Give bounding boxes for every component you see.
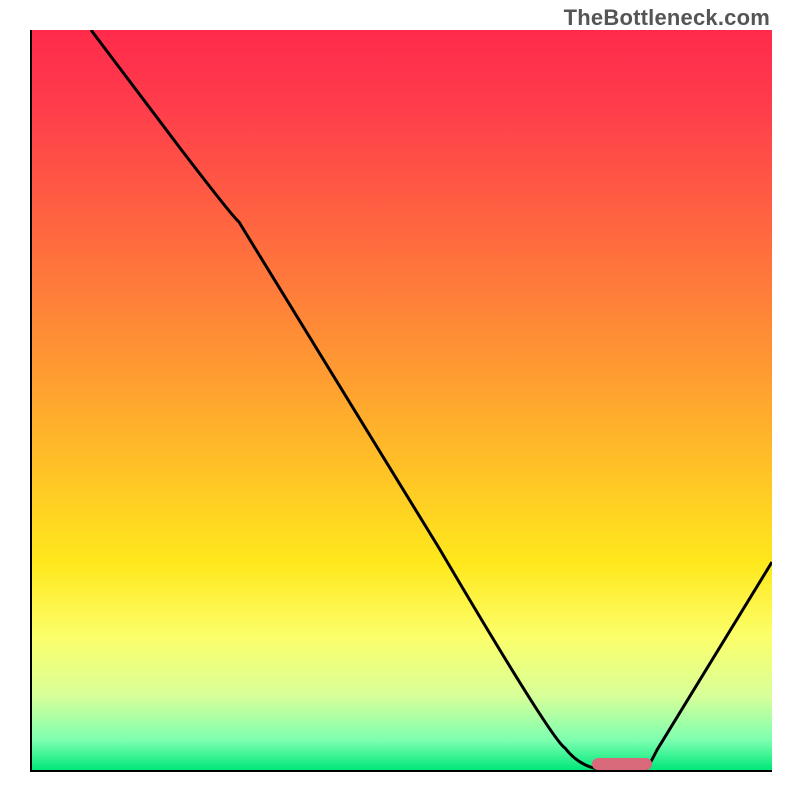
- watermark-text: TheBottleneck.com: [564, 5, 770, 31]
- optimal-marker: [592, 758, 652, 770]
- gradient-background: [32, 30, 772, 770]
- chart-plot-area: [30, 30, 772, 772]
